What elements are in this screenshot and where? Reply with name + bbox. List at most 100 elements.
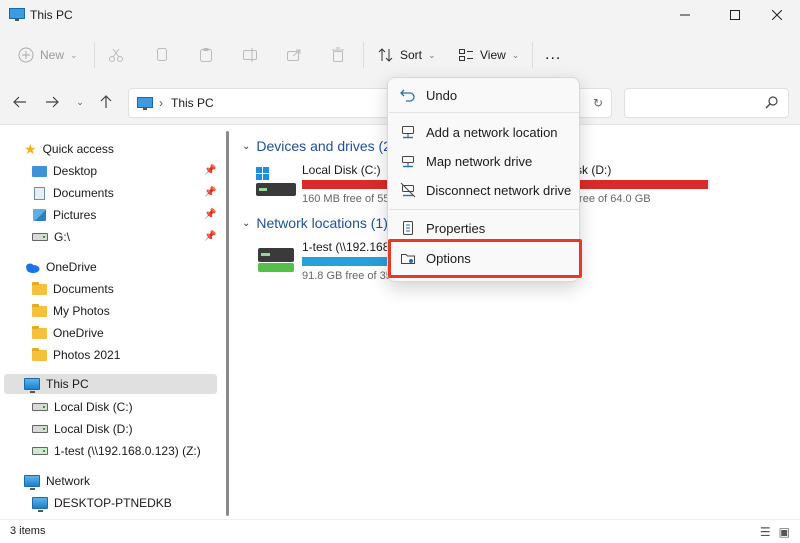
breadcrumb[interactable]: This PC — [171, 96, 214, 110]
nav-label: 1-test (\\192.168.0.123) (Z:) — [54, 444, 201, 458]
nav-item-pictures[interactable]: Pictures — [32, 205, 96, 225]
menu-item-add-network-location[interactable]: Add a network location — [392, 118, 575, 146]
nav-item-desktop[interactable]: Desktop — [32, 161, 97, 181]
sort-label: Sort — [400, 48, 423, 62]
nav-item-my-photos[interactable]: My Photos — [32, 301, 110, 321]
folder-icon — [32, 325, 47, 339]
nav-item-onedrive-documents[interactable]: Documents — [32, 279, 114, 299]
nav-scrollbar[interactable] — [226, 131, 229, 516]
new-label: New — [40, 48, 65, 62]
nav-label: Pictures — [53, 208, 97, 222]
view-label: View — [480, 48, 506, 62]
minimize-icon — [680, 14, 690, 16]
nav-onedrive[interactable]: OneDrive — [24, 257, 97, 277]
network-icon — [24, 475, 40, 490]
search-input[interactable] — [624, 88, 789, 118]
network-drive-free-space: 91.8 GB free of 35 — [302, 270, 392, 282]
tiles-view-icon[interactable]: ▣ — [779, 525, 790, 539]
close-button[interactable] — [754, 0, 800, 30]
nav-label: OneDrive — [46, 260, 97, 274]
sort-button[interactable]: Sort ⌄ — [378, 42, 436, 68]
chevron-down-icon: ⌄ — [70, 49, 78, 60]
chevron-down-icon: ⌄ — [76, 96, 84, 107]
nav-item-documents[interactable]: Documents — [32, 183, 114, 203]
folder-icon — [32, 347, 47, 361]
forward-button[interactable] — [42, 92, 62, 112]
nav-item-g-drive[interactable]: G:\ — [32, 227, 70, 247]
windows-drive-icon — [256, 167, 296, 196]
group-label: Network locations (1) — [256, 215, 388, 231]
share-button[interactable] — [286, 42, 302, 68]
minimize-button[interactable] — [662, 0, 708, 30]
nav-item-onedrive-folder[interactable]: OneDrive — [32, 323, 104, 343]
sort-icon — [378, 48, 393, 62]
trash-icon — [332, 47, 344, 62]
nav-label: OneDrive — [53, 326, 104, 340]
menu-item-label: Map network drive — [426, 153, 533, 169]
plus-circle-icon — [18, 47, 34, 63]
nav-label: Documents — [53, 282, 114, 296]
menu-item-label: Add a network location — [426, 124, 558, 140]
this-pc-icon — [24, 378, 40, 393]
nav-network[interactable]: Network — [24, 471, 90, 491]
drive-icon — [32, 233, 48, 241]
toolbar-divider — [94, 42, 95, 68]
maximize-icon — [730, 10, 740, 20]
toolbar-divider — [363, 42, 364, 68]
menu-item-undo[interactable]: Undo — [392, 81, 575, 109]
cut-button[interactable] — [108, 42, 124, 68]
properties-icon — [403, 221, 413, 235]
menu-item-disconnect-network-drive[interactable]: Disconnect network drive — [392, 176, 575, 204]
menu-item-label: Disconnect network drive — [426, 182, 572, 198]
group-label: Devices and drives (2) — [256, 138, 396, 154]
nav-quick-access[interactable]: ★ Quick access — [24, 139, 114, 159]
copy-button[interactable] — [154, 42, 170, 68]
rename-icon — [243, 48, 257, 62]
share-icon — [287, 49, 301, 61]
delete-button[interactable] — [330, 42, 346, 68]
nav-item-desktop-ptnedkb[interactable]: DESKTOP-PTNEDKB — [32, 493, 172, 513]
recent-locations-button[interactable]: ⌄ — [70, 92, 90, 112]
details-view-icon[interactable]: ☰ — [760, 525, 771, 539]
pin-icon: 📌 — [204, 187, 217, 198]
more-options-button[interactable]: ... — [545, 42, 561, 68]
copy-icon — [157, 48, 167, 61]
pin-icon: 📌 — [204, 165, 217, 176]
back-button[interactable] — [10, 92, 30, 112]
devices-group-header[interactable]: ⌄ Devices and drives (2) — [242, 138, 396, 154]
arrow-right-icon — [46, 96, 59, 108]
nav-label: Local Disk (D:) — [54, 422, 133, 436]
chevron-down-icon: ⌄ — [242, 140, 251, 152]
nav-item-photos-2021[interactable]: Photos 2021 — [32, 345, 120, 365]
nav-item-local-disk-c[interactable]: Local Disk (C:) — [32, 397, 133, 417]
nav-item-network-drive-z[interactable]: 1-test (\\192.168.0.123) (Z:) — [32, 441, 201, 461]
pictures-icon — [33, 209, 46, 221]
view-button[interactable]: View ⌄ — [458, 42, 519, 68]
menu-item-properties[interactable]: Properties — [392, 214, 575, 242]
nav-label: Network — [46, 474, 91, 488]
folder-icon — [32, 303, 47, 317]
nav-label: G:\ — [54, 230, 71, 244]
computer-icon — [32, 497, 48, 512]
arrow-left-icon — [13, 96, 26, 108]
nav-label: Local Disk (C:) — [54, 400, 133, 414]
paste-button[interactable] — [198, 42, 214, 68]
network-location-icon — [402, 126, 414, 139]
refresh-icon[interactable]: ↻ — [593, 96, 603, 110]
rename-button[interactable] — [242, 42, 258, 68]
new-button[interactable]: New ⌄ — [18, 42, 78, 68]
maximize-button[interactable] — [712, 0, 758, 30]
network-drive-icon — [32, 447, 48, 455]
network-group-header[interactable]: ⌄ Network locations (1) — [242, 215, 388, 231]
nav-this-pc[interactable]: This PC — [4, 374, 217, 394]
search-icon — [765, 96, 778, 109]
nav-item-local-disk-d[interactable]: Local Disk (D:) — [32, 419, 133, 439]
this-pc-icon — [9, 8, 25, 21]
pin-icon: 📌 — [204, 209, 217, 220]
menu-item-map-network-drive[interactable]: Map network drive — [392, 147, 575, 175]
nav-label: Photos 2021 — [53, 348, 121, 362]
disconnect-drive-icon — [400, 182, 416, 198]
up-button[interactable] — [96, 92, 116, 112]
status-bar: 3 items ☰ ▣ — [0, 519, 800, 543]
chevron-down-icon: ⌄ — [511, 49, 520, 60]
